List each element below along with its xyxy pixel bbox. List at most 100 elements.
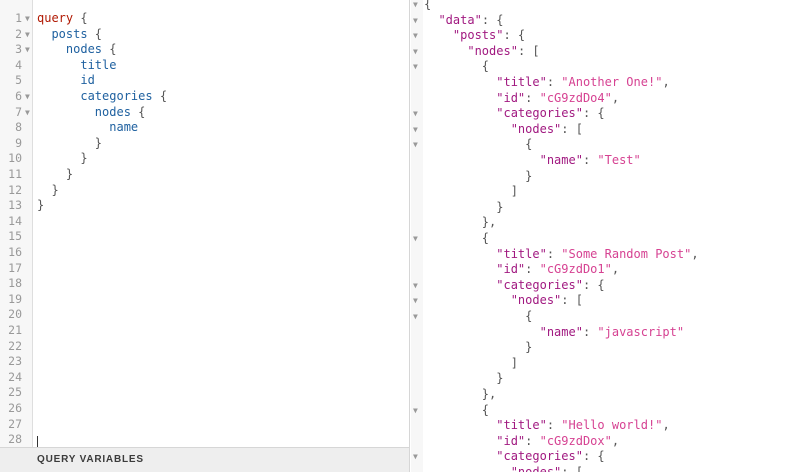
line-number: 20 [8, 307, 22, 322]
json-punctuation [424, 75, 496, 89]
result-text: }, [424, 215, 496, 231]
query-variables-toggle[interactable]: QUERY VARIABLES [0, 447, 409, 472]
fold-arrow-icon[interactable]: ▼ [413, 449, 418, 465]
code-line[interactable]: 12 } [0, 182, 409, 199]
result-line: "title": "Another One!", [411, 75, 800, 91]
result-line: ▼ { [411, 309, 800, 325]
code-line[interactable]: 15 [0, 229, 409, 245]
json-punctuation: : [525, 262, 540, 277]
result-line: } [411, 340, 800, 356]
query-editor[interactable]: 1 ▼ query {2 ▼ posts {3 ▼ nodes {4 title 5 id… [0, 0, 410, 472]
code-line[interactable]: 8 name [0, 120, 409, 136]
json-key: "id" [496, 433, 526, 448]
fold-arrow-icon[interactable]: ▼ [413, 13, 418, 29]
code-line[interactable]: 26 [0, 401, 409, 417]
line-number: 19 [8, 291, 22, 306]
code-field: categories [80, 89, 153, 103]
result-line: ▼ "categories": { [411, 106, 800, 122]
fold-arrow-icon[interactable]: ▼ [413, 0, 418, 13]
code-line[interactable]: 16 [0, 245, 409, 261]
code-keyword: query [37, 11, 74, 25]
fold-arrow-icon[interactable]: ▼ [413, 44, 418, 60]
code-line[interactable]: 7 ▼ nodes { [0, 104, 409, 121]
code-line[interactable]: 22 [0, 339, 409, 355]
fold-arrow-icon[interactable]: ▼ [25, 105, 30, 121]
result-text: "name": "Test" [424, 153, 641, 169]
code-line[interactable]: 24 [0, 370, 409, 386]
code-line[interactable]: 27 [0, 417, 409, 433]
code-line[interactable]: 17 [0, 260, 409, 277]
line-number: 16 [8, 245, 22, 259]
line-number: 7 [15, 104, 22, 119]
code-line[interactable]: 6 ▼ categories { [0, 89, 409, 105]
code-text: } [37, 198, 44, 214]
code-line[interactable]: 13} [0, 198, 409, 214]
json-string: "Hello world!" [561, 418, 663, 433]
fold-arrow-icon[interactable]: ▼ [413, 59, 418, 75]
result-text: "categories": { [424, 449, 604, 465]
fold-arrow-icon[interactable]: ▼ [413, 309, 418, 325]
code-line[interactable]: 5 id [0, 73, 409, 89]
code-line[interactable]: 23 [0, 354, 409, 370]
fold-arrow-icon[interactable]: ▼ [25, 89, 30, 105]
fold-arrow-icon[interactable]: ▼ [413, 231, 418, 247]
fold-arrow-icon[interactable]: ▼ [413, 278, 418, 294]
result-line: ▼ "nodes": [ [411, 293, 800, 309]
result-text: "posts": { [424, 28, 525, 44]
fold-arrow-icon[interactable]: ▼ [413, 293, 418, 309]
result-line: "id": "cG9zdDo4", [411, 91, 800, 107]
result-viewer[interactable]: ▼{▼ "data": {▼ "posts": {▼ "nodes": [▼ {… [411, 0, 800, 472]
fold-arrow-icon[interactable]: ▼ [25, 27, 30, 43]
fold-arrow-icon[interactable]: ▼ [413, 28, 418, 44]
result-line: ▼ "posts": { [411, 28, 800, 44]
line-number: 4 [15, 57, 22, 72]
fold-arrow-icon[interactable]: ▼ [413, 403, 418, 419]
code-line[interactable]: 28 [0, 432, 409, 448]
result-text: { [424, 59, 489, 75]
code-line[interactable]: 20 [0, 307, 409, 323]
json-punctuation: }, [424, 387, 497, 401]
result-text: "id": "cG9zdDox", [424, 434, 619, 450]
code-field: title [80, 57, 117, 72]
line-number: 2 [15, 26, 22, 41]
json-punctuation: : { [582, 277, 605, 292]
json-punctuation [424, 247, 496, 261]
result-line: }, [411, 387, 800, 403]
result-text: } [424, 169, 532, 185]
code-line[interactable]: 14 [0, 213, 409, 230]
code-line[interactable]: 10 } [0, 151, 409, 167]
fold-arrow-icon[interactable]: ▼ [413, 106, 418, 122]
json-string: "javascript" [597, 324, 685, 339]
json-string: "cG9zdDo1" [539, 262, 612, 277]
code-brace: } [51, 182, 59, 197]
code-text: nodes { [37, 42, 117, 58]
code-line[interactable]: 21 [0, 323, 409, 339]
fold-arrow-icon[interactable]: ▼ [413, 137, 418, 153]
code-line[interactable]: 11 } [0, 167, 409, 183]
code-line[interactable]: 9 } [0, 136, 409, 152]
line-number: 17 [8, 260, 22, 275]
code-line[interactable]: 4 title [0, 57, 409, 74]
code-line[interactable]: 3 ▼ nodes { [0, 42, 409, 58]
code-line[interactable]: 19 [0, 291, 409, 308]
fold-arrow-icon[interactable]: ▼ [25, 11, 30, 27]
json-punctuation: { [424, 231, 490, 245]
code-line[interactable]: 2 ▼ posts { [0, 26, 409, 43]
result-text: "categories": { [424, 106, 604, 122]
json-punctuation: , [662, 75, 670, 89]
json-punctuation [424, 106, 496, 120]
json-punctuation: , [611, 262, 620, 277]
code-text: } [37, 136, 102, 152]
code-line[interactable]: 25 [0, 385, 409, 401]
code-text: categories { [37, 89, 167, 105]
fold-arrow-icon[interactable]: ▼ [413, 122, 418, 138]
fold-arrow-icon[interactable]: ▼ [25, 42, 30, 58]
code-line[interactable]: 1 ▼ query { [0, 11, 409, 27]
line-number: 14 [8, 213, 22, 228]
code-text: } [37, 182, 59, 199]
code-line[interactable]: 18 [0, 276, 409, 292]
json-key: "id" [496, 262, 526, 277]
